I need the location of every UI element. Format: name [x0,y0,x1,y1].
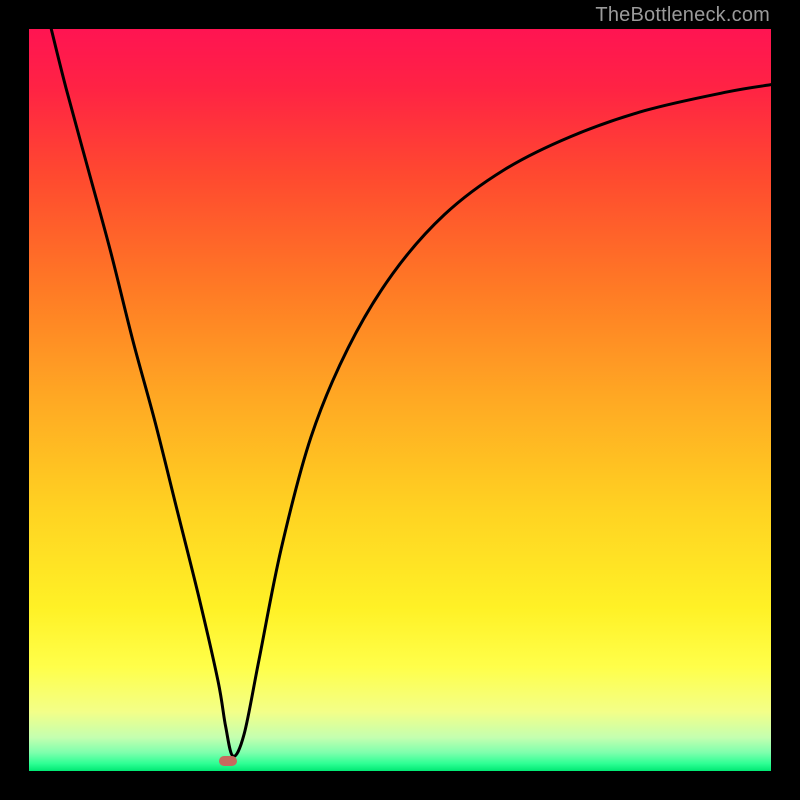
bottleneck-chart: TheBottleneck.com [0,0,800,800]
optimum-marker [219,756,237,766]
watermark-text: TheBottleneck.com [595,4,770,27]
plot-area [29,29,771,771]
gradient-background [29,29,771,771]
